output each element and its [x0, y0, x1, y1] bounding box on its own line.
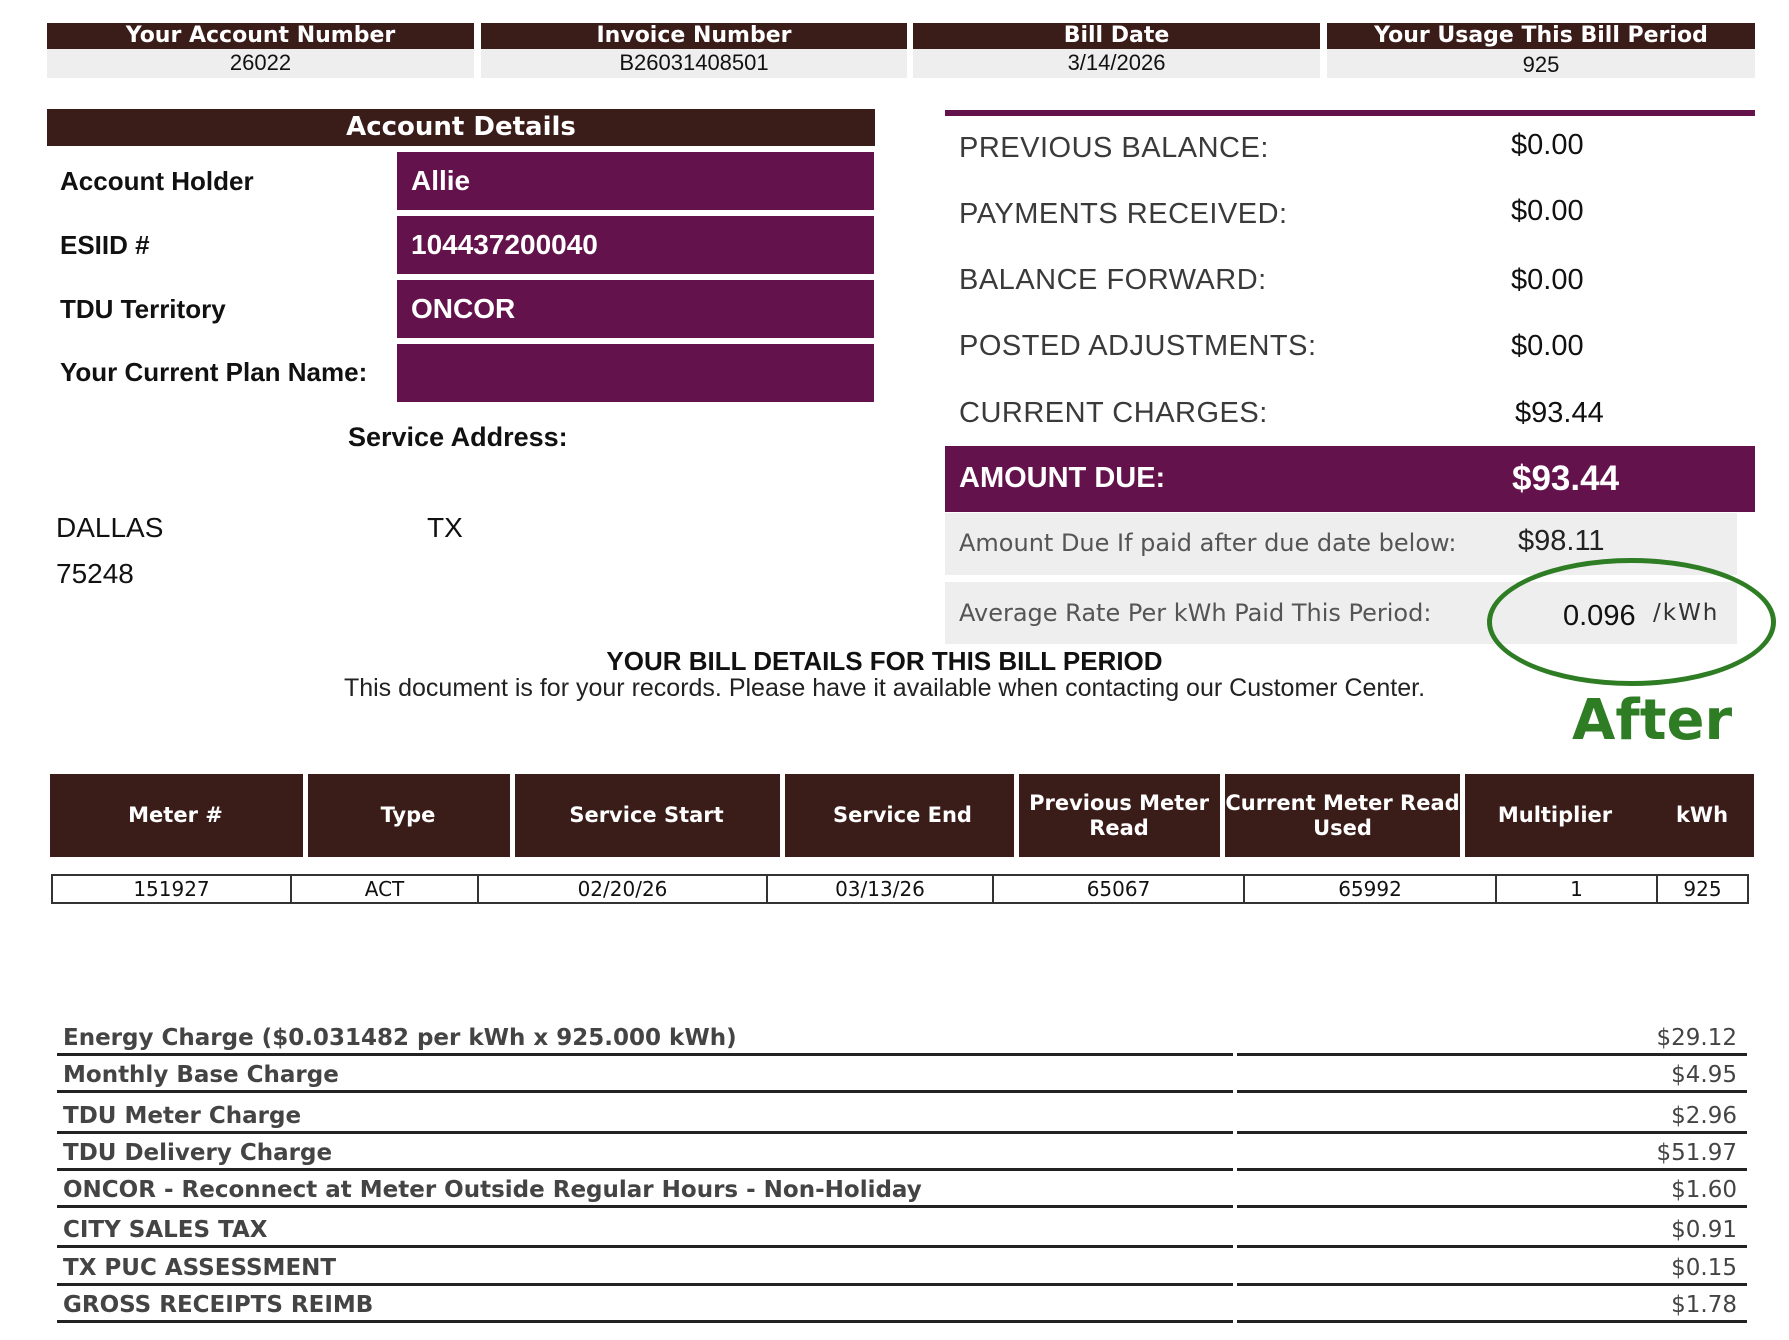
avg-rate-label: Average Rate Per kWh Paid This Period: — [959, 599, 1432, 627]
header-usage-title: Your Usage This Bill Period — [1327, 23, 1755, 49]
meter-cell-service-start: 02/20/26 — [479, 876, 768, 902]
meter-header-service-start: Service Start — [569, 803, 724, 827]
payments-received-label: PAYMENTS RECEIVED: — [959, 198, 1288, 230]
charge-rule — [1237, 1205, 1747, 1208]
address-state: TX — [427, 512, 463, 543]
header-bill-date-title: Bill Date — [913, 23, 1320, 49]
header-invoice-number-value: B26031408501 — [619, 50, 769, 75]
meter-cell-type: ACT — [292, 876, 479, 902]
account-holder-value: Allie — [397, 152, 874, 210]
tdu-territory-value: ONCOR — [397, 280, 874, 338]
previous-balance-label: PREVIOUS BALANCE: — [959, 132, 1269, 164]
header-usage: Your Usage This Bill Period 925 — [1327, 23, 1755, 78]
meter-header-type: Type — [380, 803, 436, 827]
plan-name-value — [397, 344, 874, 402]
charge-row: TX PUC ASSESSMENT $0.15 — [57, 1249, 1747, 1286]
charge-description: Monthly Base Charge — [63, 1062, 339, 1088]
charge-description: TX PUC ASSESSMENT — [63, 1255, 337, 1281]
address-city: DALLAS — [56, 512, 164, 543]
current-charges-label: CURRENT CHARGES: — [959, 397, 1268, 429]
meter-table-header: Meter # Type Service Start Service End P… — [50, 774, 1754, 857]
address-zip: 75248 — [56, 558, 134, 589]
charge-amount: $4.95 — [1671, 1062, 1737, 1088]
meter-header-multiplier: Multiplier — [1497, 803, 1613, 827]
meter-table-row: 151927 ACT 02/20/26 03/13/26 65067 65992… — [51, 874, 1749, 904]
charge-rule — [1237, 1320, 1747, 1323]
charge-rule — [1237, 1090, 1747, 1093]
meter-cell-multiplier: 1 — [1497, 876, 1658, 902]
charge-row: CITY SALES TAX $0.91 — [57, 1211, 1747, 1248]
posted-adjustments-label: POSTED ADJUSTMENTS: — [959, 330, 1317, 362]
charge-row: TDU Delivery Charge $51.97 — [57, 1134, 1747, 1171]
charge-row: Monthly Base Charge $4.95 — [57, 1056, 1747, 1093]
service-address-label: Service Address: — [348, 422, 568, 452]
header-usage-value: 925 — [1522, 52, 1560, 77]
tdu-territory-label: TDU Territory — [60, 294, 226, 324]
header-invoice-number: Invoice Number B26031408501 — [481, 23, 907, 78]
charge-amount: $51.97 — [1656, 1140, 1737, 1166]
account-details-title: Account Details — [47, 109, 875, 146]
charge-amount: $2.96 — [1671, 1103, 1737, 1129]
esiid-value: 104437200040 — [397, 216, 874, 274]
previous-balance-value: $0.00 — [1511, 129, 1584, 161]
late-payment-value: $98.11 — [1518, 525, 1605, 557]
amount-due-value: $93.44 — [1512, 459, 1620, 498]
current-charges-value: $93.44 — [1515, 397, 1604, 429]
amount-due-label: AMOUNT DUE: — [959, 462, 1166, 494]
charge-row: Energy Charge ($0.031482 per kWh x 925.0… — [57, 1019, 1747, 1056]
header-account-number: Your Account Number 26022 — [47, 23, 474, 78]
payments-received-value: $0.00 — [1511, 195, 1584, 227]
bill-details-title: YOUR BILL DETAILS FOR THIS BILL PERIOD — [606, 646, 1163, 676]
charge-description: Energy Charge ($0.031482 per kWh x 925.0… — [63, 1025, 737, 1051]
charge-row: TDU Meter Charge $2.96 — [57, 1097, 1747, 1134]
meter-header-meter: Meter # — [128, 803, 223, 827]
posted-adjustments-value: $0.00 — [1511, 330, 1584, 362]
charge-rule — [57, 1090, 1233, 1093]
plan-name-label: Your Current Plan Name: — [60, 357, 368, 387]
charge-rule — [57, 1245, 1233, 1248]
header-bill-date-value: 3/14/2026 — [1067, 50, 1166, 75]
meter-header-kwh: kWh — [1675, 803, 1729, 827]
meter-cell-previous-read: 65067 — [994, 876, 1245, 902]
meter-header-service-end: Service End — [833, 803, 972, 827]
charge-row: GROSS RECEIPTS REIMB $1.78 — [57, 1286, 1747, 1323]
charge-amount: $1.78 — [1671, 1292, 1737, 1318]
balance-top-rule — [945, 110, 1755, 116]
charge-description: ONCOR - Reconnect at Meter Outside Regul… — [63, 1177, 922, 1203]
balance-forward-label: BALANCE FORWARD: — [959, 264, 1267, 296]
header-account-number-title: Your Account Number — [47, 23, 474, 49]
charge-amount: $0.15 — [1671, 1255, 1737, 1281]
charge-description: CITY SALES TAX — [63, 1217, 268, 1243]
charge-rule — [57, 1205, 1233, 1208]
charge-rule — [1237, 1245, 1747, 1248]
charge-description: TDU Delivery Charge — [63, 1140, 333, 1166]
esiid-label: ESIID # — [60, 230, 150, 260]
charge-amount: $1.60 — [1671, 1177, 1737, 1203]
meter-cell-kwh: 925 — [1683, 877, 1722, 901]
charge-amount: $0.91 — [1671, 1217, 1737, 1243]
meter-header-previous-read: Previous Meter Read — [1029, 790, 1209, 840]
charge-amount: $29.12 — [1656, 1025, 1737, 1051]
meter-cell-current-read: 65992 — [1245, 876, 1497, 902]
balance-forward-value: $0.00 — [1511, 264, 1584, 296]
header-invoice-number-title: Invoice Number — [481, 23, 907, 49]
charge-rule — [57, 1320, 1233, 1323]
charge-description: TDU Meter Charge — [63, 1103, 302, 1129]
bill-details-note: This document is for your records. Pleas… — [343, 674, 1426, 702]
late-payment-label: Amount Due If paid after due date below: — [959, 529, 1457, 557]
account-holder-label: Account Holder — [60, 166, 254, 196]
header-bill-date: Bill Date 3/14/2026 — [913, 23, 1320, 78]
meter-cell-meter: 151927 — [53, 876, 292, 902]
meter-cell-service-end: 03/13/26 — [768, 876, 994, 902]
header-account-number-value: 26022 — [229, 50, 292, 75]
charge-row: ONCOR - Reconnect at Meter Outside Regul… — [57, 1171, 1747, 1208]
charge-description: GROSS RECEIPTS REIMB — [63, 1292, 374, 1318]
meter-header-current-read: Current Meter Read Used — [1225, 790, 1460, 840]
